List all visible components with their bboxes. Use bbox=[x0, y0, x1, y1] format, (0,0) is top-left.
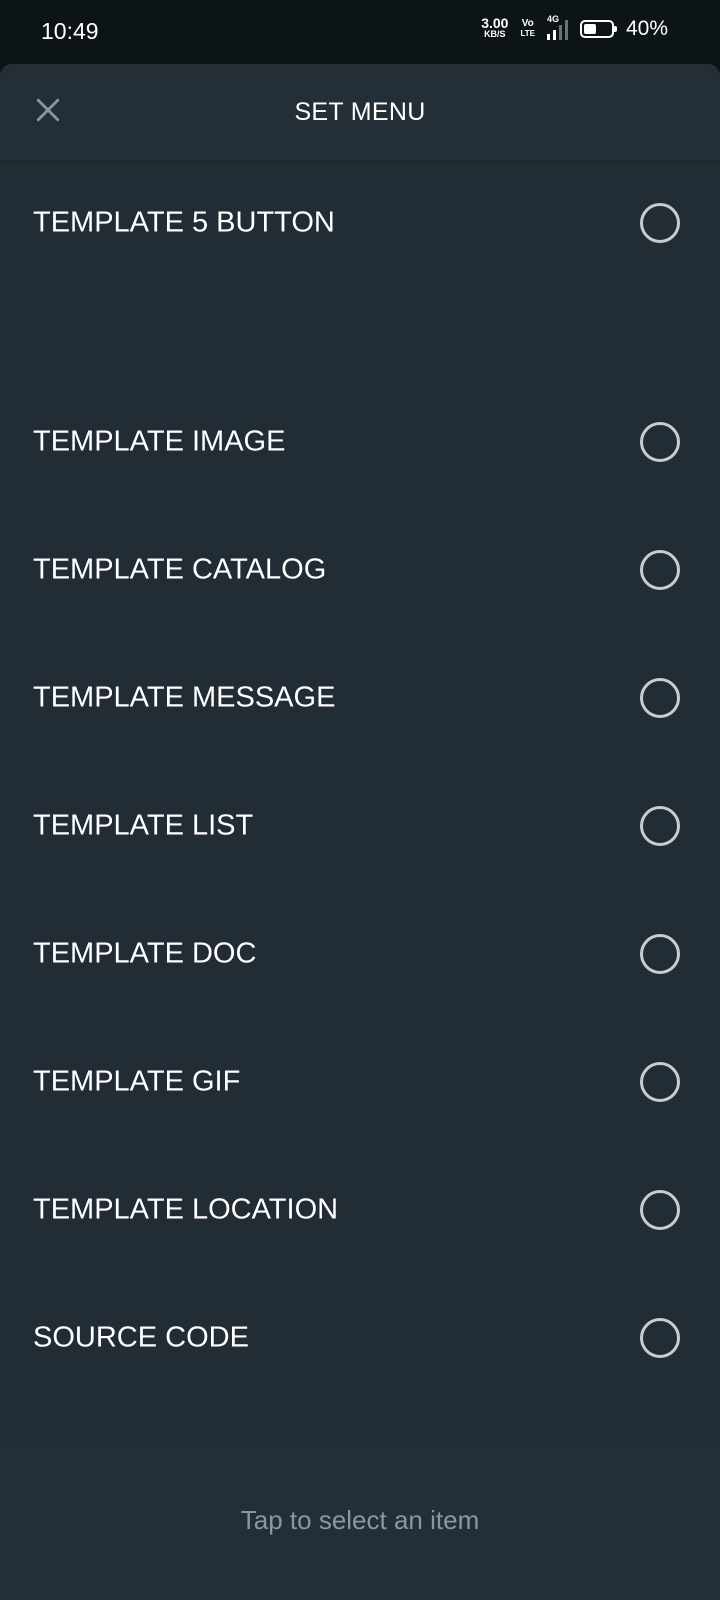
signal-bar bbox=[558, 25, 562, 40]
volte-icon: Vo LTE bbox=[520, 19, 535, 39]
signal-bar bbox=[564, 20, 568, 40]
menu-item-label: TEMPLATE DOC bbox=[33, 937, 257, 970]
battery-fill bbox=[583, 24, 596, 34]
network-speed-unit: KB/S bbox=[484, 29, 506, 39]
signal-bar bbox=[546, 34, 550, 40]
menu-item[interactable]: SOURCE CODE bbox=[0, 1283, 720, 1393]
sheet-header: SET MENU bbox=[0, 64, 720, 160]
network-speed-value: 3.00 bbox=[481, 15, 509, 31]
radio-button[interactable] bbox=[640, 1190, 680, 1230]
radio-button[interactable] bbox=[640, 1318, 680, 1358]
menu-item-label: TEMPLATE LIST bbox=[33, 809, 254, 842]
battery-percent: 40% bbox=[625, 17, 668, 40]
radio-button[interactable] bbox=[640, 550, 680, 590]
menu-item[interactable]: TEMPLATE CATALOG bbox=[0, 515, 720, 625]
radio-button[interactable] bbox=[640, 203, 680, 243]
menu-item-label: SOURCE CODE bbox=[33, 1321, 249, 1354]
battery-icon bbox=[579, 20, 617, 38]
radio-button[interactable] bbox=[640, 1062, 680, 1102]
radio-button[interactable] bbox=[640, 422, 680, 462]
menu-item-label: TEMPLATE CATALOG bbox=[33, 553, 327, 586]
sheet-footer: Tap to select an item bbox=[0, 1445, 720, 1600]
menu-item[interactable]: TEMPLATE DOC bbox=[0, 899, 720, 1009]
status-time: 10:49 bbox=[41, 18, 99, 44]
menu-item[interactable]: TEMPLATE IMAGE bbox=[0, 387, 720, 497]
status-bar: 10:49 3.00 KB/S Vo LTE 4G 40% bbox=[0, 0, 720, 64]
signal-bar bbox=[552, 30, 556, 40]
menu-item[interactable]: TEMPLATE 5 BUTTON bbox=[0, 168, 720, 278]
signal-icon: 4G bbox=[546, 14, 568, 40]
volte-bottom: LTE bbox=[520, 29, 535, 38]
radio-button[interactable] bbox=[640, 806, 680, 846]
menu-item-label: TEMPLATE IMAGE bbox=[33, 425, 286, 458]
menu-item[interactable]: TEMPLATE GIF bbox=[0, 1027, 720, 1137]
menu-item[interactable]: TEMPLATE LOCATION bbox=[0, 1155, 720, 1265]
menu-item[interactable]: TEMPLATE LIST bbox=[0, 771, 720, 881]
page-title: SET MENU bbox=[294, 98, 426, 126]
footer-hint: Tap to select an item bbox=[240, 1505, 480, 1535]
radio-button[interactable] bbox=[640, 678, 680, 718]
radio-button[interactable] bbox=[640, 934, 680, 974]
menu-item-label: TEMPLATE MESSAGE bbox=[33, 681, 336, 714]
network-type: 4G bbox=[546, 14, 559, 24]
menu-item-label: TEMPLATE GIF bbox=[33, 1065, 241, 1098]
volte-top: Vo bbox=[521, 18, 534, 29]
menu-item-label: TEMPLATE 5 BUTTON bbox=[33, 206, 335, 239]
menu-item[interactable]: TEMPLATE MESSAGE bbox=[0, 643, 720, 753]
menu-item-label: TEMPLATE LOCATION bbox=[33, 1193, 339, 1226]
bottom-sheet: SET MENU TEMPLATE 5 BUTTON TEMPLATE IMAG… bbox=[0, 64, 720, 1600]
network-speed: 3.00 KB/S bbox=[481, 15, 509, 40]
status-indicators: 3.00 KB/S Vo LTE 4G 40% bbox=[481, 14, 668, 41]
